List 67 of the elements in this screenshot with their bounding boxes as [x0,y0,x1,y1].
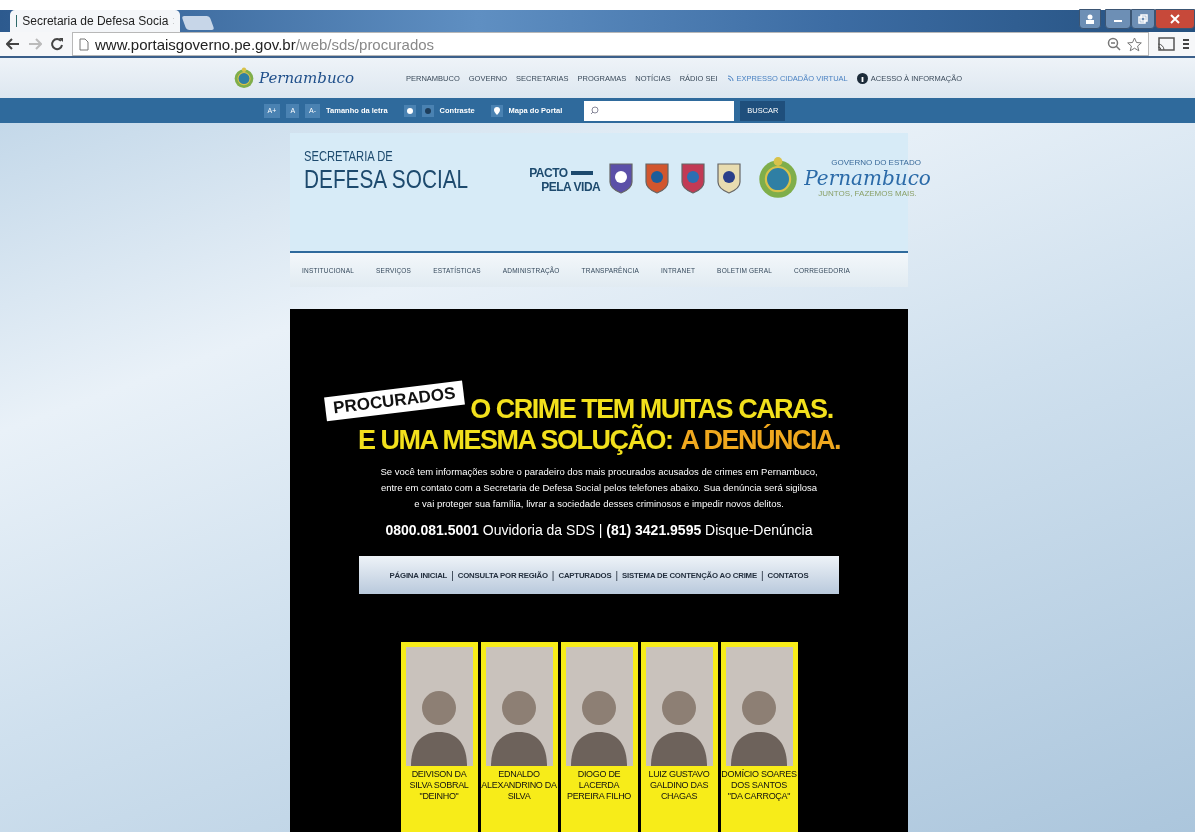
dark-contrast-icon[interactable] [421,104,434,117]
nav-separator: | [760,569,764,581]
person-name: DEIVISON DA [411,769,467,780]
person-name: LUIZ GUSTAVO [648,769,710,780]
wanted-stamp: PROCURADOS [324,380,466,422]
wanted-card[interactable]: EDNALDO ALEXANDRINO DA SILVA [480,642,558,832]
dash-icon [570,171,593,175]
wanted-card[interactable]: DOMÍCIO SOARES DOS SANTOS "DA CARROÇA" [720,642,798,832]
search-icon [590,106,600,115]
state-logo-text: Pernambuco [804,167,931,189]
nav-separator: | [451,569,454,581]
reload-icon[interactable] [50,37,64,51]
address-bar[interactable]: www.portaisgoverno.pe.gov.br/web/sds/procurados [72,32,1149,56]
page-icon [79,37,89,51]
new-tab-button[interactable] [181,16,215,30]
back-arrow-icon[interactable] [6,38,20,50]
zoom-icon[interactable] [1107,37,1121,51]
badge-icon [608,162,635,194]
map-pin-icon[interactable] [490,104,503,117]
tab-title: Secretaria de Defesa Socia [22,14,169,28]
phone-numbers: 0800.081.5001 Ouvidoria da SDS | (81) 3421.9595 Disque-Denúncia [385,522,813,538]
info-icon [856,72,868,84]
person-name: "DEINHO" [419,791,459,802]
person-name: DOMÍCIO SOARES [721,769,797,780]
wanted-card[interactable]: LUIZ GUSTAVO GALDINO DAS CHAGAS [640,642,718,832]
feed-icon [726,74,734,82]
program-name: PELA VIDA [541,180,601,194]
person-name: CHAGAS [660,791,698,802]
person-name: DIOGO DE [577,769,621,780]
headline: O CRIME TEM MUITAS CARAS. [470,394,833,424]
cast-icon[interactable] [1157,37,1175,51]
description: Se você tem informações sobre o paradeiro dos mais procurados acusados de crimes em Pernambuco, entre em contato com a Secretaria de Defesa Social pelos telefones abaixo. Sua denúncia será sigilosa e vai proteger sua família, livrar a sociedade desses criminosos e impedir novos delitos. [379,465,819,511]
url-path: /web/sds/procurados [295,35,435,53]
person-name: GALDINO DAS [649,780,709,791]
browser-tab[interactable]: Secretaria de Defesa Socia [10,10,180,32]
department-title: SECRETARIA DE [304,148,394,164]
nav-separator: | [551,569,555,581]
person-name: SILVA [507,791,531,802]
badge-icon [680,162,707,194]
wanted-card[interactable]: DEIVISON DA SILVA SOBRAL "DEINHO" [400,642,478,832]
menu-icon[interactable] [1183,38,1189,50]
user-icon[interactable] [1079,9,1101,29]
wanted-card[interactable]: DIOGO DE LACERDA PEREIRA FILHO [560,642,638,832]
state-caption: GOVERNO DO ESTADO [831,158,921,167]
program-name: PACTO [529,166,568,180]
minimize-icon[interactable] [1105,9,1131,29]
person-name: PEREIRA FILHO [566,791,632,802]
search-field[interactable] [584,100,735,121]
person-name: SILVA SOBRAL [409,780,469,791]
state-slogan: JUNTOS, FAZEMOS MAIS. [818,189,917,198]
headline: E UMA MESMA SOLUÇÃO: [358,425,673,456]
badge-icon [716,162,743,194]
headline-highlight: A DENÚNCIA. [680,425,840,456]
person-name: DOS SANTOS [731,780,787,791]
emblem-icon [233,67,255,89]
person-name: LACERDA [578,780,620,791]
star-icon[interactable] [1127,36,1142,52]
badge-icon [644,162,671,194]
department-name: DEFESA SOCIAL [304,164,469,195]
logo-text[interactable]: Pernambuco [259,69,354,87]
restore-icon[interactable] [1131,9,1155,29]
person-name: "DA CARROÇA" [727,791,791,802]
nav-separator: | [615,569,619,581]
url-host: www.portaisgoverno.pe.gov.br [95,35,296,53]
light-contrast-icon[interactable] [403,104,416,117]
person-name: EDNALDO [498,769,540,780]
person-name: ALEXANDRINO DA [481,780,557,791]
